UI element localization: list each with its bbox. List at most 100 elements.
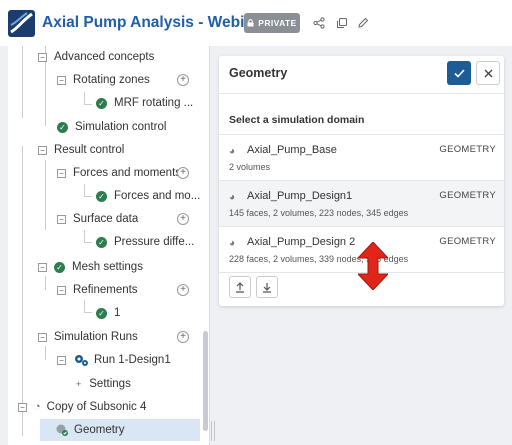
collapse-icon[interactable]: − (38, 332, 47, 342)
tree-item-label: Run 1-Design1 (94, 354, 171, 366)
geometry-option[interactable]: ◕ Axial_Pump_Design1 GEOMETRY 145 faces,… (219, 180, 504, 226)
geometry-type-tag: GEOMETRY (439, 144, 496, 155)
tree-connector (84, 104, 92, 105)
download-geometry-button[interactable] (256, 276, 278, 298)
confirm-button[interactable] (447, 61, 471, 85)
add-surface-data-button[interactable]: + (177, 213, 189, 225)
tree-item-refinement-1[interactable]: ✓ 1 (96, 302, 120, 324)
panel-resize-handle[interactable] (210, 421, 216, 441)
close-button[interactable] (476, 61, 500, 85)
geometry-name: Axial_Pump_Base (247, 144, 337, 156)
tree-item-simulation-control[interactable]: ✓ Simulation control (57, 116, 166, 138)
tree-connector (45, 276, 46, 290)
check-circle-icon: ✓ (96, 97, 107, 109)
tree-item-copy-of-subsonic[interactable]: − ◔ Copy of Subsonic 4 (18, 396, 146, 418)
expand-icon[interactable]: + (76, 379, 81, 389)
geometry-name: Axial_Pump_Design1 (247, 190, 353, 202)
tree-connector (22, 46, 23, 118)
tree-connector (84, 230, 85, 242)
geometry-shape-icon: ◕ (229, 238, 236, 249)
tree-item-refinements[interactable]: − Refinements (57, 279, 138, 301)
dialog-subtitle: Select a simulation domain (229, 114, 365, 126)
collapse-icon[interactable]: − (38, 145, 47, 155)
simulation-icon: ◔ (34, 401, 41, 413)
tree-item-label: Forces and mo... (114, 190, 201, 202)
add-refinement-button[interactable]: + (177, 284, 189, 296)
collapse-icon[interactable]: − (57, 355, 66, 365)
copy-icon[interactable] (334, 15, 350, 31)
tree-item-label: Copy of Subsonic 4 (46, 401, 147, 413)
upload-icon (236, 281, 244, 293)
tree-item-result-control[interactable]: − Result control (38, 139, 124, 161)
download-icon (263, 282, 271, 293)
tree-item-label: MRF rotating ... (114, 97, 194, 109)
tree-item-label: 1 (114, 307, 121, 319)
tree-item-pressure-diffe[interactable]: ✓ Pressure diffe... (96, 231, 194, 253)
tree-item-rotating-zones[interactable]: − Rotating zones (57, 69, 150, 91)
dialog-divider (219, 93, 504, 94)
tree-item-label: Simulation Runs (54, 331, 138, 343)
tree-item-settings[interactable]: + Settings (76, 373, 131, 395)
tree-item-label: Rotating zones (73, 74, 150, 86)
tree-item-mrf-rotating[interactable]: ✓ MRF rotating ... (96, 92, 193, 114)
geometry-option[interactable]: ◕ Axial_Pump_Base GEOMETRY 2 volumes (219, 134, 504, 180)
tree-item-advanced-concepts[interactable]: − Advanced concepts (38, 46, 154, 68)
tree-connector (84, 92, 85, 104)
private-label: PRIVATE (258, 18, 297, 28)
dialog-title: Geometry (229, 66, 288, 80)
edit-icon[interactable] (355, 15, 371, 31)
tree-item-run-1-design1[interactable]: − Run 1-Design1 (57, 349, 171, 371)
tree-item-mesh-settings[interactable]: − ✓ Mesh settings (38, 256, 143, 278)
workspace: − Advanced concepts − Rotating zones + ✓… (0, 46, 512, 445)
add-rotating-zone-button[interactable]: + (177, 74, 189, 86)
app-logo-icon[interactable] (8, 10, 35, 37)
collapse-icon[interactable]: − (57, 285, 66, 295)
geometry-name: Axial_Pump_Design 2 (247, 236, 356, 248)
check-circle-icon: ✓ (96, 190, 107, 202)
check-circle-icon: ✓ (57, 121, 68, 133)
share-icon[interactable] (311, 15, 327, 31)
upload-geometry-button[interactable] (229, 276, 251, 298)
tree-left-rail (0, 46, 8, 445)
tree-item-label: Surface data (73, 213, 139, 225)
tree-connector (22, 146, 23, 436)
tree-item-forces-and-mo[interactable]: ✓ Forces and mo... (96, 185, 200, 207)
tree-item-simulation-runs[interactable]: − Simulation Runs (38, 326, 138, 348)
tree-connector (84, 196, 92, 197)
tree-item-label: Mesh settings (72, 261, 143, 273)
tree-connector (84, 242, 92, 243)
collapse-icon[interactable]: − (57, 214, 66, 224)
tree-item-label: Settings (89, 378, 131, 390)
private-badge[interactable]: PRIVATE (244, 13, 300, 33)
tree-item-forces-and-moments[interactable]: − Forces and moments (57, 162, 181, 184)
tree-connector (84, 312, 92, 313)
collapse-icon[interactable]: − (38, 262, 47, 272)
geometry-shape-icon: ◕ (229, 146, 236, 157)
tree-item-geometry[interactable]: Geometry (40, 419, 200, 441)
tree-connector (84, 300, 85, 312)
check-icon (453, 68, 465, 78)
collapse-icon[interactable]: − (18, 402, 27, 412)
check-circle-icon: ✓ (96, 236, 107, 248)
add-simulation-run-button[interactable]: + (177, 331, 189, 343)
project-title: Axial Pump Analysis - Webinar (42, 14, 269, 31)
geometry-details: 2 volumes (229, 162, 271, 172)
close-icon (484, 69, 492, 77)
collapse-icon[interactable]: − (57, 168, 66, 178)
add-forces-and-moments-button[interactable]: + (177, 167, 189, 179)
tree-item-label: Pressure diffe... (114, 236, 195, 248)
tree-item-label: Geometry (74, 424, 125, 436)
check-circle-icon: ✓ (96, 307, 107, 319)
tree-item-surface-data[interactable]: − Surface data (57, 208, 138, 230)
tree-item-label: Simulation control (75, 121, 167, 133)
tree-scrollbar-thumb[interactable] (203, 331, 208, 431)
simulation-tree-panel: − Advanced concepts − Rotating zones + ✓… (0, 46, 210, 445)
geometry-details: 145 faces, 2 volumes, 223 nodes, 345 edg… (229, 208, 409, 218)
collapse-icon[interactable]: − (38, 52, 47, 62)
run-gears-icon (75, 355, 88, 366)
geometry-shape-icon: ◕ (229, 192, 236, 203)
lock-icon (247, 19, 254, 27)
double-arrow-annotation-icon (358, 242, 388, 290)
tree-connector (84, 184, 85, 196)
collapse-icon[interactable]: − (57, 75, 66, 85)
